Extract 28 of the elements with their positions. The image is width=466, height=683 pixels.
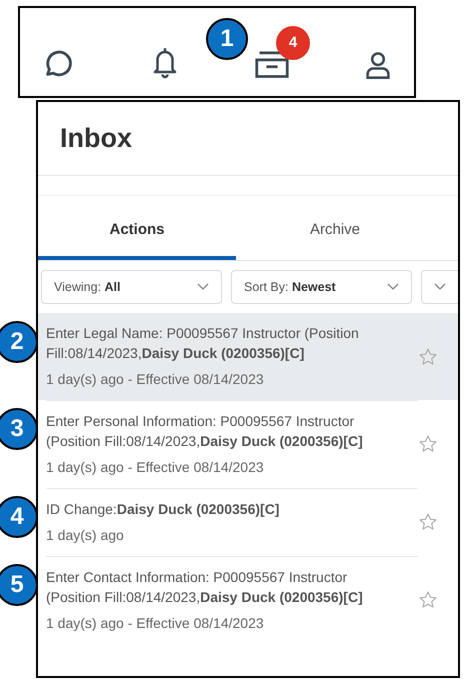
filter-dropdown[interactable]: Viewing: All — [41, 270, 222, 304]
filter-dropdown[interactable]: Sort By: Newest — [231, 270, 412, 304]
star-icon[interactable] — [418, 590, 438, 610]
tab[interactable]: Actions — [38, 204, 236, 260]
item-title: Enter Contact Information: P00095567 Instructor (Position Fill:08/14/2023,Daisy Duck (0200356)[C] — [46, 568, 364, 607]
callout-marker: 5 — [0, 564, 38, 606]
more-dropdown[interactable] — [421, 270, 458, 304]
chevron-down-icon — [387, 283, 399, 291]
star-icon[interactable] — [418, 512, 438, 532]
item-title: ID Change:Daisy Duck (0200356)[C] — [46, 500, 280, 519]
item-meta: 1 day(s) ago - Effective 08/14/2023 — [46, 614, 265, 633]
star-icon[interactable] — [418, 346, 438, 366]
callout-marker: 3 — [0, 408, 38, 450]
chevron-down-icon — [197, 283, 209, 291]
item-title: Enter Personal Information: P00095567 Instructor (Position Fill:08/14/2023,Daisy Duck (0200356)[C] — [46, 412, 364, 451]
tab[interactable]: Archive — [236, 204, 434, 260]
star-icon[interactable] — [418, 434, 438, 454]
inbox-title: Inbox — [60, 122, 132, 156]
item-meta: 1 day(s) ago - Effective 08/14/2023 — [46, 458, 265, 477]
person-icon[interactable] — [364, 50, 392, 80]
count-badge: 4 — [276, 26, 310, 60]
callout-marker: 4 — [0, 496, 38, 538]
item-meta: 1 day(s) ago — [46, 526, 125, 545]
chevron-down-icon — [434, 283, 446, 291]
callout-marker: 2 — [0, 321, 38, 363]
item-meta: 1 day(s) ago - Effective 08/14/2023 — [46, 370, 265, 389]
callout-marker: 1 — [206, 18, 248, 60]
item-title: Enter Legal Name: P00095567 Instructor (Position Fill:08/14/2023,Daisy Duck (0200356)[C] — [46, 324, 360, 363]
